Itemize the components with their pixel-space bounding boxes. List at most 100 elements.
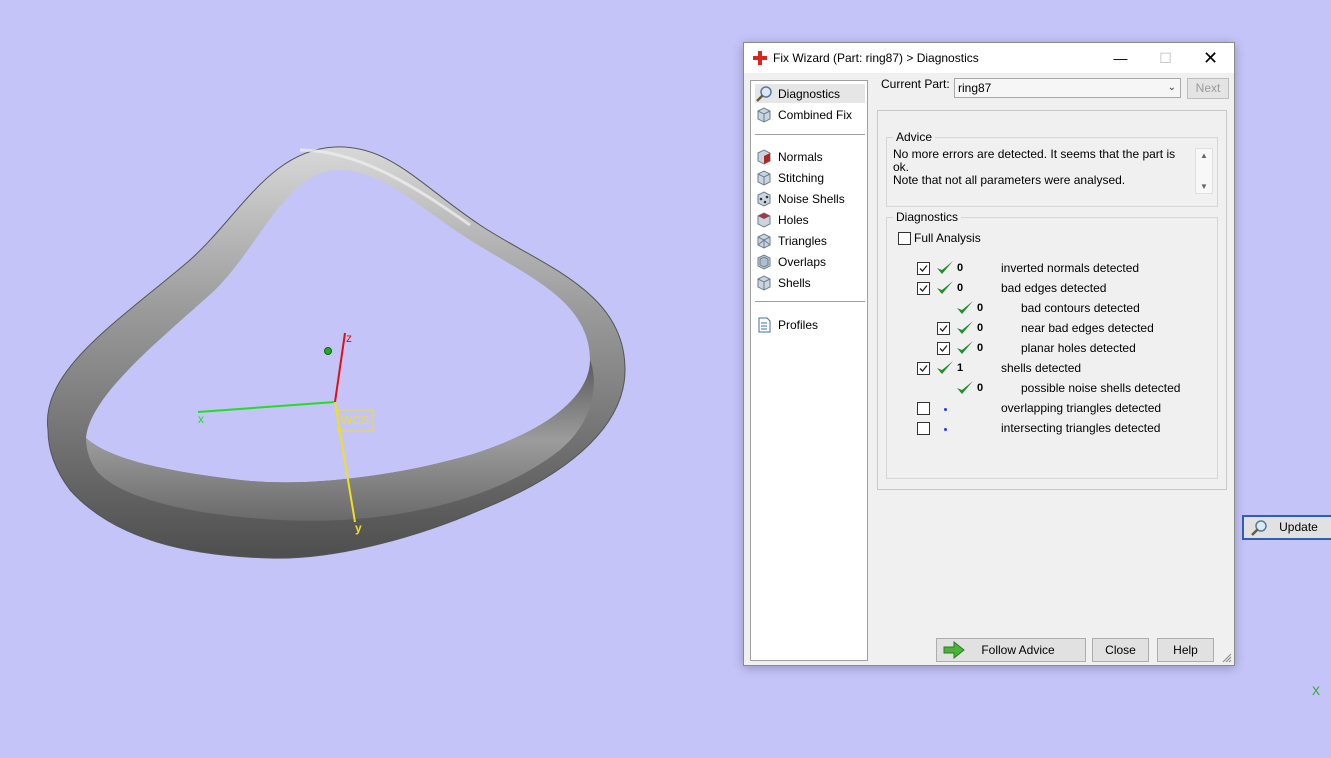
corner-axis-label: X [1312, 684, 1321, 698]
diagnostic-checkbox[interactable] [917, 262, 930, 275]
nav-item-label: Shells [778, 275, 811, 290]
green-check-icon [957, 301, 973, 314]
title-bar[interactable]: Fix Wizard (Part: ring87) > Diagnostics … [744, 43, 1234, 73]
magnifier-icon [756, 85, 772, 102]
advice-line-2: Note that not all parameters were analys… [893, 173, 1126, 187]
green-check-icon [937, 361, 953, 374]
issue-count: 0 [977, 302, 984, 314]
checkmark-icon [919, 365, 928, 372]
current-part-select[interactable]: ring87 ⌄ [954, 78, 1181, 98]
advice-scrollbar[interactable]: ▲ ▼ [1195, 148, 1213, 194]
nav-item-combined-fix[interactable]: Combined Fix [755, 105, 865, 124]
nav-item-shells[interactable]: Shells [755, 273, 865, 292]
update-button[interactable]: Update [1242, 515, 1331, 540]
checkmark-icon [939, 325, 948, 332]
update-label: Update [1279, 520, 1318, 534]
nav-item-label: Triangles [778, 233, 827, 248]
issue-count: 0 [977, 342, 984, 354]
nav-item-label: Diagnostics [778, 86, 841, 101]
combined-fix-icon [757, 106, 771, 123]
maximize-button[interactable]: ☐ [1143, 43, 1188, 73]
nav-item-profiles[interactable]: Profiles [755, 315, 865, 334]
diagnostic-checkbox[interactable] [917, 402, 930, 415]
diagnostic-label: possible noise shells detected [1021, 381, 1181, 395]
close-button[interactable]: Close [1092, 638, 1149, 662]
nav-item-label: Overlaps [778, 254, 827, 269]
minimize-button[interactable]: — [1098, 43, 1143, 73]
diagnostic-label: planar holes detected [1021, 341, 1136, 355]
diagnostic-checkbox[interactable] [917, 362, 930, 375]
triangles-cube-icon [757, 232, 771, 249]
nav-item-normals[interactable]: Normals [755, 147, 865, 166]
nav-item-noise-shells[interactable]: Noise Shells [755, 189, 865, 208]
green-check-icon [937, 281, 953, 294]
nav-item-holes[interactable]: Holes [755, 210, 865, 229]
window-title: Fix Wizard (Part: ring87) > Diagnostics [773, 51, 979, 65]
x-axis-label: x [198, 412, 204, 426]
issue-count: 0 [977, 322, 984, 334]
diagnostics-group: Diagnostics Full Analysis 0 inverted norm… [886, 210, 1218, 479]
diagnostic-checkbox[interactable] [937, 322, 950, 335]
green-check-icon [937, 261, 953, 274]
diagnostic-label: inverted normals detected [1001, 261, 1140, 275]
advice-title: Advice [893, 130, 936, 144]
scroll-down-icon: ▼ [1200, 182, 1208, 191]
issue-count: 0 [957, 262, 964, 274]
nav-item-overlaps[interactable]: Overlaps [755, 252, 865, 271]
stitching-cube-icon [757, 169, 771, 186]
issue-count: 0 [977, 382, 984, 394]
shells-cube-icon [757, 274, 771, 291]
advice-line-1: No more errors are detected. It seems th… [893, 147, 1176, 174]
diagnostic-checkbox[interactable] [917, 282, 930, 295]
nav-item-label: Holes [778, 212, 809, 227]
nav-divider [755, 134, 865, 135]
current-part-value: ring87 [958, 81, 992, 95]
follow-advice-button[interactable]: Follow Advice [936, 638, 1086, 662]
profiles-document-icon [758, 317, 771, 332]
fix-wizard-dialog: Fix Wizard (Part: ring87) > Diagnostics … [743, 42, 1331, 666]
nav-item-label: Profiles [778, 317, 819, 332]
diagnostic-label: intersecting triangles detected [1001, 421, 1161, 435]
full-analysis-checkbox[interactable] [898, 232, 911, 245]
wizard-navigation: Diagnostics Combined Fix Normals Stitchi… [750, 80, 868, 661]
checkmark-icon [919, 265, 928, 272]
green-check-icon [957, 321, 973, 334]
full-analysis-label: Full Analysis [914, 231, 981, 245]
issue-count: 1 [957, 362, 964, 374]
diagnostic-label: shells detected [1001, 361, 1082, 375]
not-analysed-dot [944, 428, 947, 431]
advice-group: Advice No more errors are detected. It s… [886, 130, 1218, 207]
help-button[interactable]: Help [1157, 638, 1214, 662]
nav-item-triangles[interactable]: Triangles [755, 231, 865, 250]
nav-divider [755, 301, 865, 302]
holes-cube-icon [757, 211, 771, 228]
green-check-icon [957, 341, 973, 354]
current-part-label: Current Part: [881, 77, 950, 91]
next-button[interactable]: Next [1187, 78, 1229, 99]
nav-item-stitching[interactable]: Stitching [755, 168, 865, 187]
nav-item-label: Stitching [778, 170, 825, 185]
diagnostic-checkbox[interactable] [937, 342, 950, 355]
nav-item-label: Normals [778, 149, 823, 164]
checkmark-icon [919, 285, 928, 292]
nav-item-diagnostics[interactable]: Diagnostics [755, 84, 865, 103]
wcs-label: WCS [341, 413, 369, 427]
checkmark-icon [939, 345, 948, 352]
diagnostic-label: near bad edges detected [1021, 321, 1154, 335]
green-arrow-icon [943, 641, 965, 659]
chevron-down-icon: ⌄ [1167, 82, 1176, 93]
ring-model[interactable] [47, 146, 626, 559]
z-axis-label: z [346, 331, 352, 345]
scroll-up-icon: ▲ [1200, 151, 1208, 160]
diagnostic-label: overlapping triangles detected [1001, 401, 1162, 415]
diagnostic-label: bad edges detected [1001, 281, 1107, 295]
diagnostic-checkbox[interactable] [917, 422, 930, 435]
y-axis-label: y [355, 521, 362, 535]
overlaps-cube-icon [757, 253, 771, 270]
close-window-button[interactable]: ✕ [1188, 43, 1233, 73]
diagnostics-title: Diagnostics [893, 210, 962, 224]
resize-grip-icon[interactable] [1222, 653, 1232, 663]
nav-item-label: Noise Shells [778, 191, 845, 206]
diagnostic-label: bad contours detected [1021, 301, 1140, 315]
noise-shells-cube-icon [757, 190, 771, 207]
